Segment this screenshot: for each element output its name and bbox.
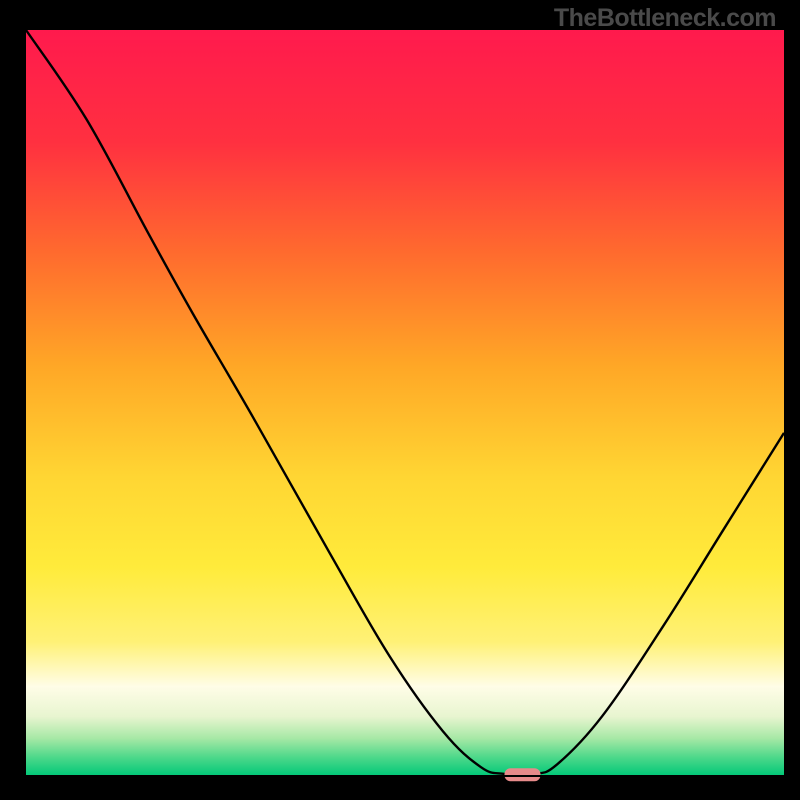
chart-container: TheBottleneck.com xyxy=(0,0,800,800)
optimal-point-marker xyxy=(504,768,540,781)
bottleneck-chart xyxy=(0,0,800,800)
watermark-text: TheBottleneck.com xyxy=(554,4,776,33)
plot-background xyxy=(26,30,784,776)
